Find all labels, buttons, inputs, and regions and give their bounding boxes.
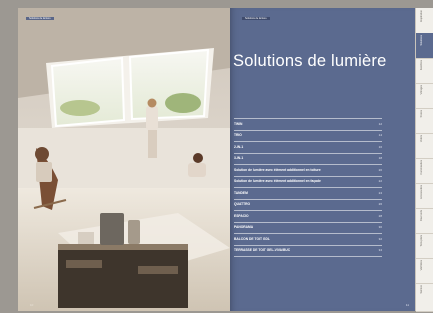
toc-item-espacio[interactable]: ESPACIO 28 (234, 210, 382, 222)
section-tag-right: Solutions de lumière (242, 17, 270, 20)
toc-item-panorama[interactable]: PANORAMA 30 (234, 221, 382, 234)
side-tab-3[interactable]: Fenêtres (416, 58, 433, 84)
side-tab-9[interactable]: Raccords (416, 208, 433, 234)
toc-item-tandem[interactable]: TANDEM 24 (234, 187, 382, 199)
side-tab-5[interactable]: Stores (416, 108, 433, 134)
table-of-contents: TWIN 12 TRIO 14 2-IN-1 16 3-IN-1 18 Solution… (234, 118, 382, 257)
section-tag-left: Solutions de lumière (26, 17, 54, 20)
toc-item-roof-element[interactable]: Solution de lumière avec élément additio… (234, 164, 382, 176)
side-tab-8[interactable]: Accessoires (416, 183, 433, 209)
toc-item-3-in-1[interactable]: 3-IN-1 18 (234, 152, 382, 165)
right-page: Solutions de lumière Solutions de lumièr… (230, 8, 415, 311)
side-tab-7[interactable]: Commandes (416, 158, 433, 184)
side-tab-1[interactable]: Inspiration (416, 8, 433, 34)
page-number-left: 10 (30, 303, 34, 307)
toc-item-twin[interactable]: TWIN 12 (234, 118, 382, 130)
toc-item-quattro[interactable]: QUATTRO 26 (234, 198, 382, 211)
side-tab-11[interactable]: Verrières (416, 258, 433, 284)
page-number-right: 11 (405, 303, 409, 307)
side-index-tabs: Inspiration Solutions Fenêtres Vitrages … (415, 8, 433, 312)
toc-item-terrasse-gel[interactable]: TERRASSE DE TOIT GEL-VIVA/BUC 34 (234, 244, 382, 257)
page-title: Solutions de lumière (233, 52, 387, 70)
brochure-spread: Solutions de lumière 10 Solutions de lum… (0, 0, 433, 313)
side-tab-4[interactable]: Vitrages (416, 83, 433, 109)
left-page: Solutions de lumière 10 (18, 8, 230, 311)
side-tab-2[interactable]: Solutions (416, 33, 433, 59)
toc-item-balcon-gdl[interactable]: BALCON DE TOIT GDL 32 (234, 233, 382, 245)
side-tab-10[interactable]: Toits plats (416, 233, 433, 259)
side-tab-6[interactable]: Volets (416, 133, 433, 159)
side-tab-12[interactable]: Service (416, 283, 433, 312)
toc-item-facade-element[interactable]: Solution de lumière avec élément additio… (234, 175, 382, 188)
toc-item-2-in-1[interactable]: 2-IN-1 16 (234, 141, 382, 153)
toc-item-trio[interactable]: TRIO 14 (234, 129, 382, 142)
attic-room-photo (18, 8, 230, 311)
